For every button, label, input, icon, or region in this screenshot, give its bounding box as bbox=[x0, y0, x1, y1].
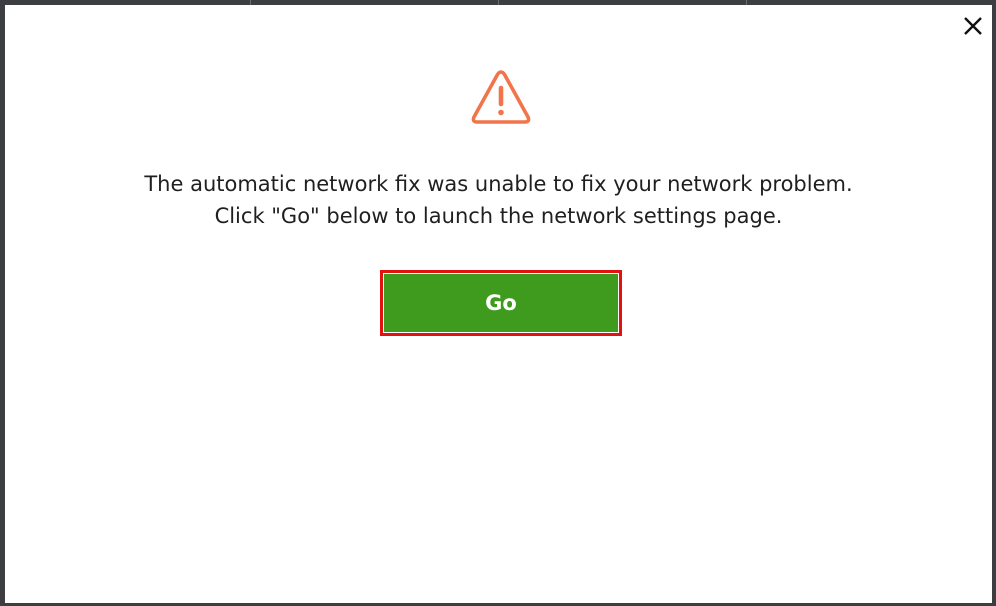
message-line-2: Click "Go" below to launch the network s… bbox=[214, 204, 783, 228]
message-line-1: The automatic network fix was unable to … bbox=[144, 172, 853, 196]
warning-triangle-icon bbox=[470, 68, 532, 126]
network-fix-dialog: The automatic network fix was unable to … bbox=[5, 5, 992, 603]
close-button[interactable] bbox=[960, 13, 986, 39]
go-button[interactable]: Go bbox=[380, 270, 622, 336]
error-message: The automatic network fix was unable to … bbox=[5, 168, 992, 232]
close-icon bbox=[964, 17, 982, 35]
go-button-label: Go bbox=[485, 291, 517, 315]
